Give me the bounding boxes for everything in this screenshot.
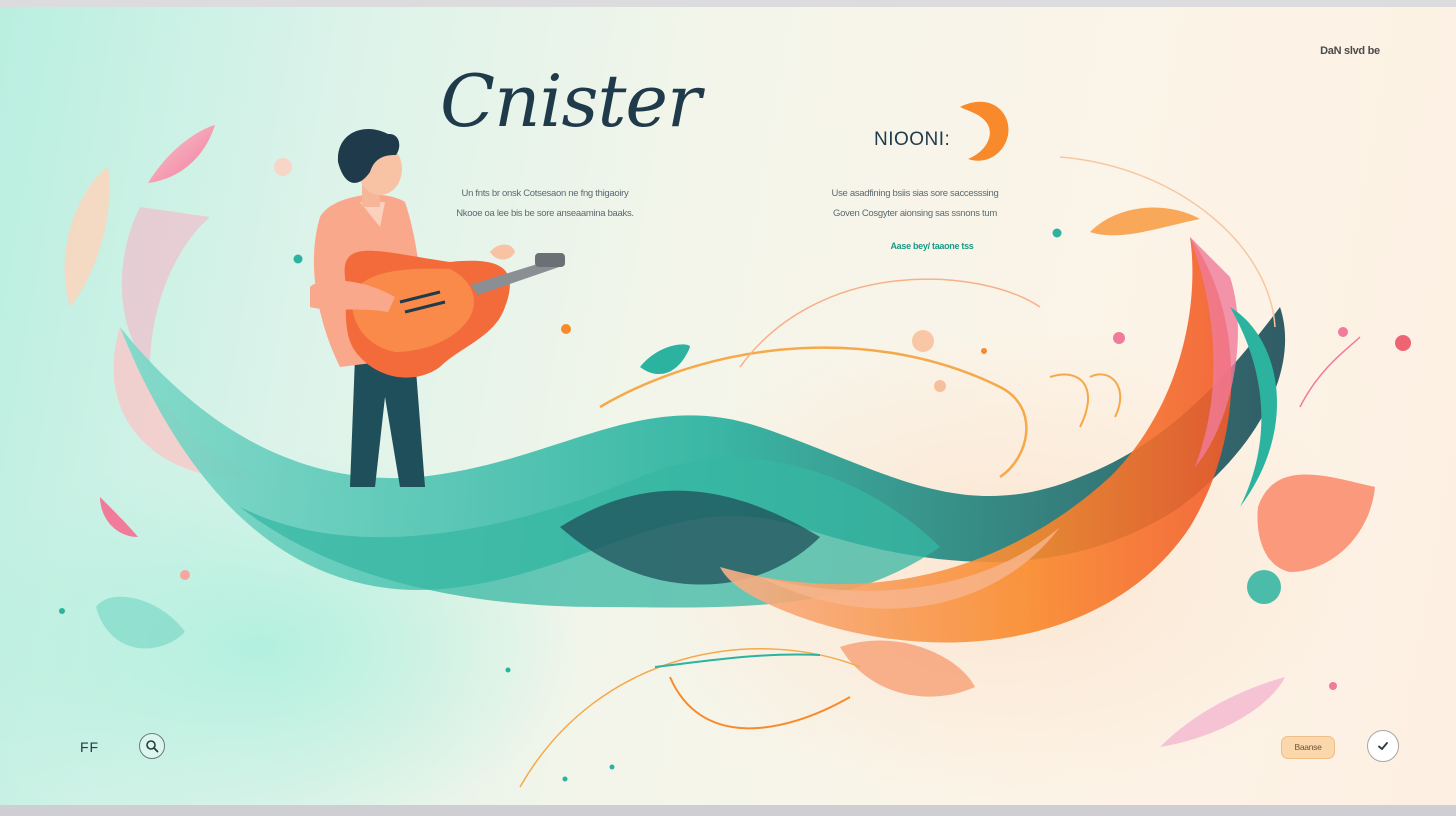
hero-illustration bbox=[0, 101, 1411, 805]
tagline-line-2: Nkooe oa lee bis be sore anseaamina baak… bbox=[456, 208, 634, 219]
footer-left-label[interactable]: FF bbox=[80, 739, 99, 755]
brand-description-line-2: Goven Cosgyter aionsing sas ssnons tum bbox=[833, 208, 997, 219]
pill-button[interactable]: Baanse bbox=[1281, 736, 1335, 759]
search-button[interactable] bbox=[139, 733, 165, 759]
cta-link[interactable]: Aase bey/ taaone tss bbox=[870, 241, 994, 251]
tagline-line-1: Un fnts br onsk Cotsesaon ne fng thigaoi… bbox=[461, 188, 629, 199]
window-bottom-bar bbox=[0, 805, 1456, 816]
guitarist-figure bbox=[310, 129, 565, 487]
brand-name: NIOONI: bbox=[874, 129, 951, 150]
search-icon bbox=[146, 740, 159, 753]
brand-description-line-1: Use asadfining bsiis sias sore saccesssi… bbox=[831, 188, 999, 199]
top-nav-link[interactable]: DaN slvd be bbox=[1300, 45, 1400, 57]
hero-title: Cnister bbox=[440, 59, 701, 143]
checkmark-icon bbox=[1378, 742, 1388, 750]
hero-canvas: DaN slvd be Cnister Un fnts br onsk Cots… bbox=[0, 7, 1456, 805]
confirm-button[interactable] bbox=[1367, 730, 1399, 762]
